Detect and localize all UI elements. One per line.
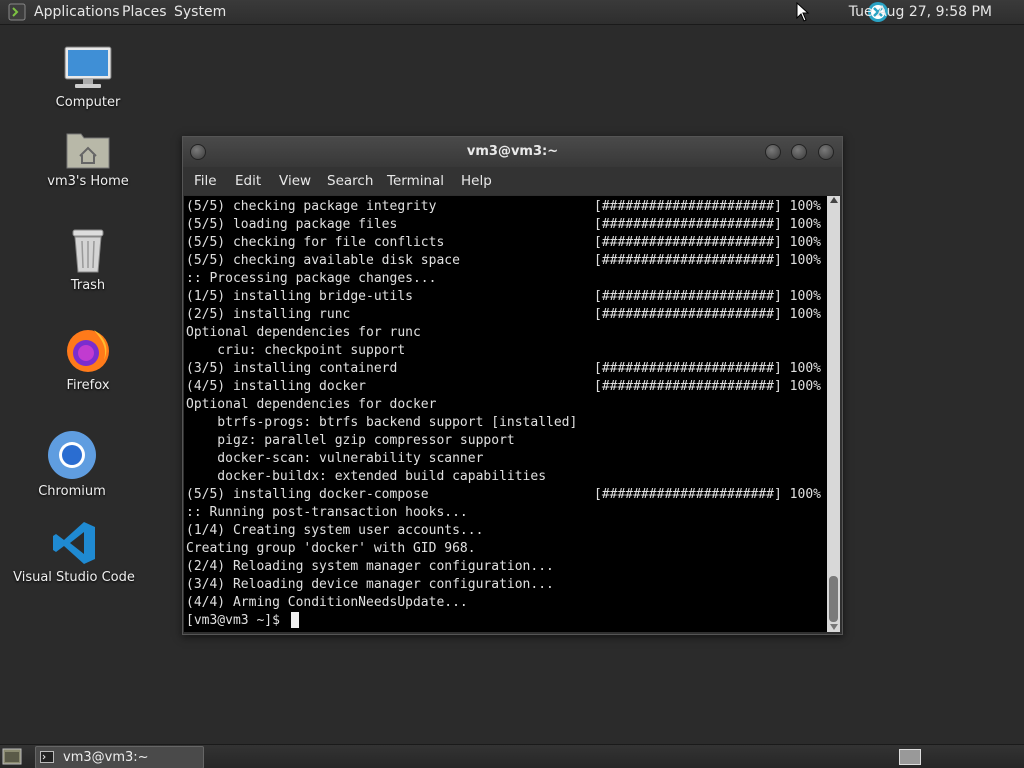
terminal-window[interactable]: vm3@vm3:~ File Edit View Search Terminal…: [182, 136, 843, 635]
top-panel: Applications Places System Tue Aug 27, 9…: [0, 0, 1024, 25]
progress-bar-text: [######################] 100%: [594, 217, 821, 232]
menu-terminal[interactable]: Terminal: [387, 167, 444, 195]
progress-bar-text: [######################] 100%: [594, 487, 821, 502]
progress-bar-text: [######################] 100%: [594, 253, 821, 268]
menu-view[interactable]: View: [279, 167, 311, 195]
terminal-scrollbar[interactable]: [827, 196, 840, 632]
terminal-cursor: [291, 612, 299, 628]
desktop-icon-vscode[interactable]: Visual Studio Code: [9, 520, 139, 585]
desktop-icon-home[interactable]: vm3's Home: [23, 128, 153, 189]
taskbar-terminal-label: vm3@vm3:~: [63, 750, 149, 765]
window-title: vm3@vm3:~: [466, 144, 559, 159]
close-button[interactable]: [818, 144, 834, 160]
desktop-icon-label: Trash: [70, 278, 106, 293]
terminal-line: docker-buildx: extended build capabiliti…: [186, 469, 547, 484]
terminal-line: (2/4) Reloading system manager configura…: [186, 559, 554, 574]
terminal-line: Creating group 'docker' with GID 968.: [186, 541, 476, 556]
home-folder-icon: [66, 133, 110, 169]
terminal-line: (3/4) Reloading device manager configura…: [186, 577, 554, 592]
firefox-icon: [67, 330, 109, 372]
terminal-line: (1/5) installing bridge-utils: [186, 289, 413, 304]
menu-help[interactable]: Help: [461, 167, 492, 195]
desktop-icon-label: Visual Studio Code: [13, 570, 135, 585]
menu-file[interactable]: File: [194, 167, 217, 195]
terminal-line: (4/4) Arming ConditionNeedsUpdate...: [186, 595, 468, 610]
terminal-line: (5/5) checking package integrity: [186, 199, 437, 214]
terminal-line: (5/5) checking available disk space: [186, 253, 460, 268]
places-menu[interactable]: Places: [122, 0, 167, 24]
menu-edit[interactable]: Edit: [235, 167, 261, 195]
desktop-icon-label: vm3's Home: [47, 174, 129, 189]
show-desktop-icon[interactable]: [2, 748, 22, 765]
terminal-line: btrfs-progs: btrfs backend support [inst…: [186, 415, 578, 430]
terminal-line: Optional dependencies for runc: [186, 325, 421, 340]
minimize-button[interactable]: [765, 144, 781, 160]
desktop-icon-chromium[interactable]: Chromium: [7, 430, 137, 499]
computer-icon: [64, 46, 112, 88]
desktop-icon-trash[interactable]: Trash: [23, 228, 153, 293]
progress-bar-text: [######################] 100%: [594, 379, 821, 394]
progress-bar-text: [######################] 100%: [594, 307, 821, 322]
desktop-icon-label: Chromium: [38, 484, 106, 499]
vscode-icon: [53, 522, 95, 564]
applications-menu[interactable]: Applications: [34, 0, 120, 24]
scroll-up-arrow[interactable]: [830, 197, 838, 203]
terminal-line: (5/5) checking for file conflicts: [186, 235, 445, 250]
progress-bar-text: [######################] 100%: [594, 199, 821, 214]
progress-bar-text: [######################] 100%: [594, 235, 821, 250]
terminal-prompt: [vm3@vm3 ~]$: [186, 613, 288, 628]
desktop-icon-label: Computer: [55, 95, 121, 110]
scroll-down-arrow[interactable]: [830, 624, 838, 630]
terminal-line: criu: checkpoint support: [186, 343, 406, 358]
maximize-button[interactable]: [791, 144, 807, 160]
scroll-thumb[interactable]: [829, 576, 838, 622]
desktop-icon-label: Firefox: [66, 378, 110, 393]
terminal-line: (3/5) installing containerd: [186, 361, 398, 376]
terminal-line: pigz: parallel gzip compressor support: [186, 433, 515, 448]
terminal-line: (2/5) installing runc: [186, 307, 351, 322]
window-titlebar[interactable]: vm3@vm3:~: [183, 137, 842, 167]
bottom-panel: vm3@vm3:~: [0, 744, 1024, 768]
menu-search[interactable]: Search: [327, 167, 373, 195]
progress-bar-text: [######################] 100%: [594, 289, 821, 304]
desktop-icon-computer[interactable]: Computer: [23, 45, 153, 110]
terminal-line: docker-scan: vulnerability scanner: [186, 451, 484, 466]
desktop-icon-firefox[interactable]: Firefox: [23, 326, 153, 393]
chromium-icon: [48, 431, 96, 479]
terminal-line: (4/5) installing docker: [186, 379, 367, 394]
terminal-line: :: Processing package changes...: [186, 271, 437, 286]
mouse-cursor: [796, 2, 810, 22]
workspace-switcher[interactable]: [899, 749, 921, 765]
terminal-line: Optional dependencies for docker: [186, 397, 437, 412]
window-menubar: File Edit View Search Terminal Help: [183, 167, 842, 195]
trash-icon: [72, 229, 104, 273]
terminal-line: (1/4) Creating system user accounts...: [186, 523, 484, 538]
taskbar-terminal-button[interactable]: vm3@vm3:~: [35, 746, 204, 768]
system-menu[interactable]: System: [174, 0, 226, 24]
terminal-line: :: Running post-transaction hooks...: [186, 505, 468, 520]
progress-bar-text: [######################] 100%: [594, 361, 821, 376]
clock[interactable]: Tue Aug 27, 9:58 PM: [849, 0, 992, 24]
terminal-line: (5/5) loading package files: [186, 217, 398, 232]
terminal-icon: [40, 751, 54, 763]
terminal-line: (5/5) installing docker-compose: [186, 487, 429, 502]
terminal-app-icon[interactable]: [8, 3, 26, 21]
terminal-output[interactable]: (5/5) checking package integrity [#######…: [184, 196, 827, 632]
